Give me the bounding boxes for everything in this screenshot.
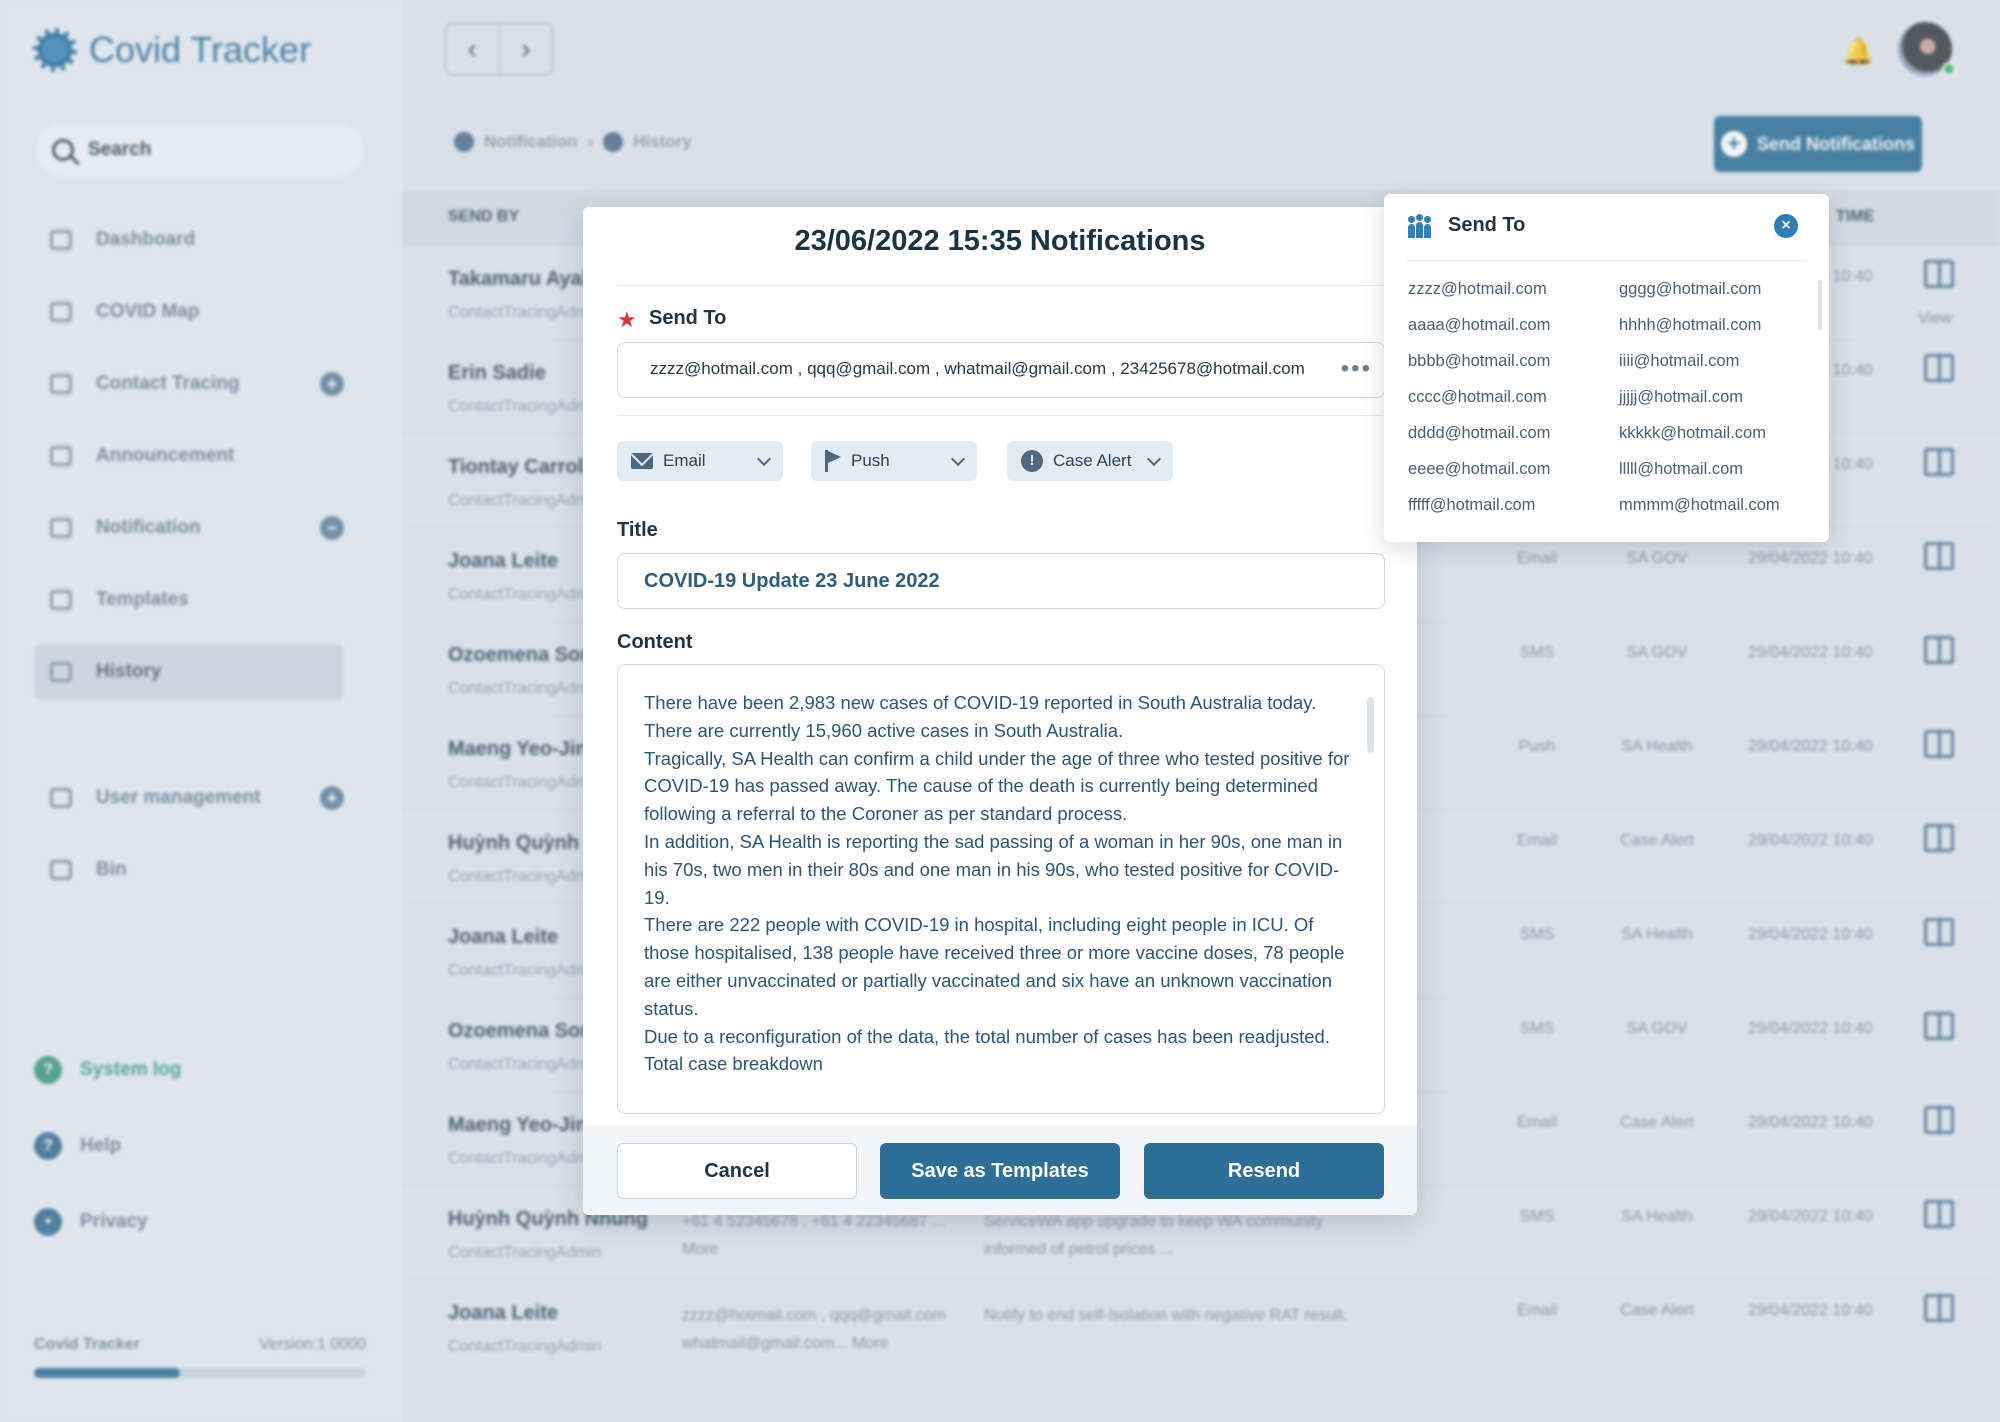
channel-email-label: Email <box>663 451 706 470</box>
people-group-icon <box>1408 214 1432 238</box>
recipient-email[interactable]: iiii@hotmail.com <box>1619 352 1780 388</box>
channel-push-label: Push <box>851 451 890 470</box>
chevron-down-icon <box>1146 451 1162 466</box>
send-to-label: Send To <box>649 307 727 329</box>
recipient-email[interactable]: hhhh@hotmail.com <box>1619 316 1780 352</box>
content-field[interactable]: There have been 2,983 new cases of COVID… <box>617 664 1385 1114</box>
flag-icon <box>825 450 841 472</box>
recipient-list-scrollbar[interactable] <box>1818 280 1822 330</box>
divider <box>617 415 1383 416</box>
cancel-button[interactable]: Cancel <box>617 1143 857 1199</box>
send-to-value: zzzz@hotmail.com , qqq@gmail.com , whatm… <box>650 359 1305 378</box>
email-icon <box>631 453 653 469</box>
required-star-icon: ★ <box>617 307 637 332</box>
divider <box>617 285 1383 286</box>
recipient-email[interactable]: cccc@hotmail.com <box>1408 388 1550 424</box>
recipient-email[interactable]: aaaa@hotmail.com <box>1408 316 1550 352</box>
recipient-email[interactable]: lllll@hotmail.com <box>1619 460 1780 496</box>
close-icon[interactable]: × <box>1774 214 1798 238</box>
resend-button[interactable]: Resend <box>1144 1143 1384 1199</box>
content-label: Content <box>617 631 693 653</box>
recipient-column-1: zzzz@hotmail.com aaaa@hotmail.com bbbb@hot… <box>1408 280 1550 532</box>
recipient-email[interactable]: zzzz@hotmail.com <box>1408 280 1550 316</box>
channel-case-alert-select[interactable]: ! Case Alert <box>1007 441 1173 481</box>
send-to-popover-title: Send To <box>1448 214 1526 236</box>
recipient-email[interactable]: kkkkk@hotmail.com <box>1619 424 1780 460</box>
recipient-email[interactable]: fffff@hotmail.com <box>1408 496 1550 532</box>
recipient-email[interactable]: jjjjj@hotmail.com <box>1619 388 1780 424</box>
recipient-email[interactable]: eeee@hotmail.com <box>1408 460 1550 496</box>
modal-title: 23/06/2022 15:35 Notifications <box>794 225 1206 257</box>
send-to-field[interactable]: zzzz@hotmail.com , qqq@gmail.com , whatm… <box>617 342 1385 398</box>
channel-email-select[interactable]: Email <box>617 441 783 481</box>
notification-detail-modal: 23/06/2022 15:35 Notifications ★ Send To… <box>583 207 1417 1215</box>
title-field[interactable]: COVID-19 Update 23 June 2022 <box>617 553 1385 609</box>
recipient-email[interactable]: gggg@hotmail.com <box>1619 280 1780 316</box>
recipient-column-2: gggg@hotmail.com hhhh@hotmail.com iiii@hot… <box>1619 280 1780 532</box>
divider <box>1406 260 1807 261</box>
alert-icon: ! <box>1021 450 1043 472</box>
title-label: Title <box>617 519 658 541</box>
recipient-email[interactable]: bbbb@hotmail.com <box>1408 352 1550 388</box>
chevron-down-icon <box>950 451 966 466</box>
send-to-popover: Send To × zzzz@hotmail.com aaaa@hotmail.c… <box>1384 194 1829 542</box>
more-recipients-icon[interactable]: ••• <box>1341 355 1372 383</box>
recipient-email[interactable]: mmmm@hotmail.com <box>1619 496 1780 532</box>
save-as-templates-button[interactable]: Save as Templates <box>880 1143 1120 1199</box>
content-scrollbar[interactable] <box>1367 697 1374 753</box>
channel-push-select[interactable]: Push <box>811 441 977 481</box>
recipient-email[interactable]: dddd@hotmail.com <box>1408 424 1550 460</box>
chevron-down-icon <box>756 451 772 466</box>
channel-case-alert-label: Case Alert <box>1053 451 1132 470</box>
content-text: There have been 2,983 new cases of COVID… <box>644 692 1350 1075</box>
